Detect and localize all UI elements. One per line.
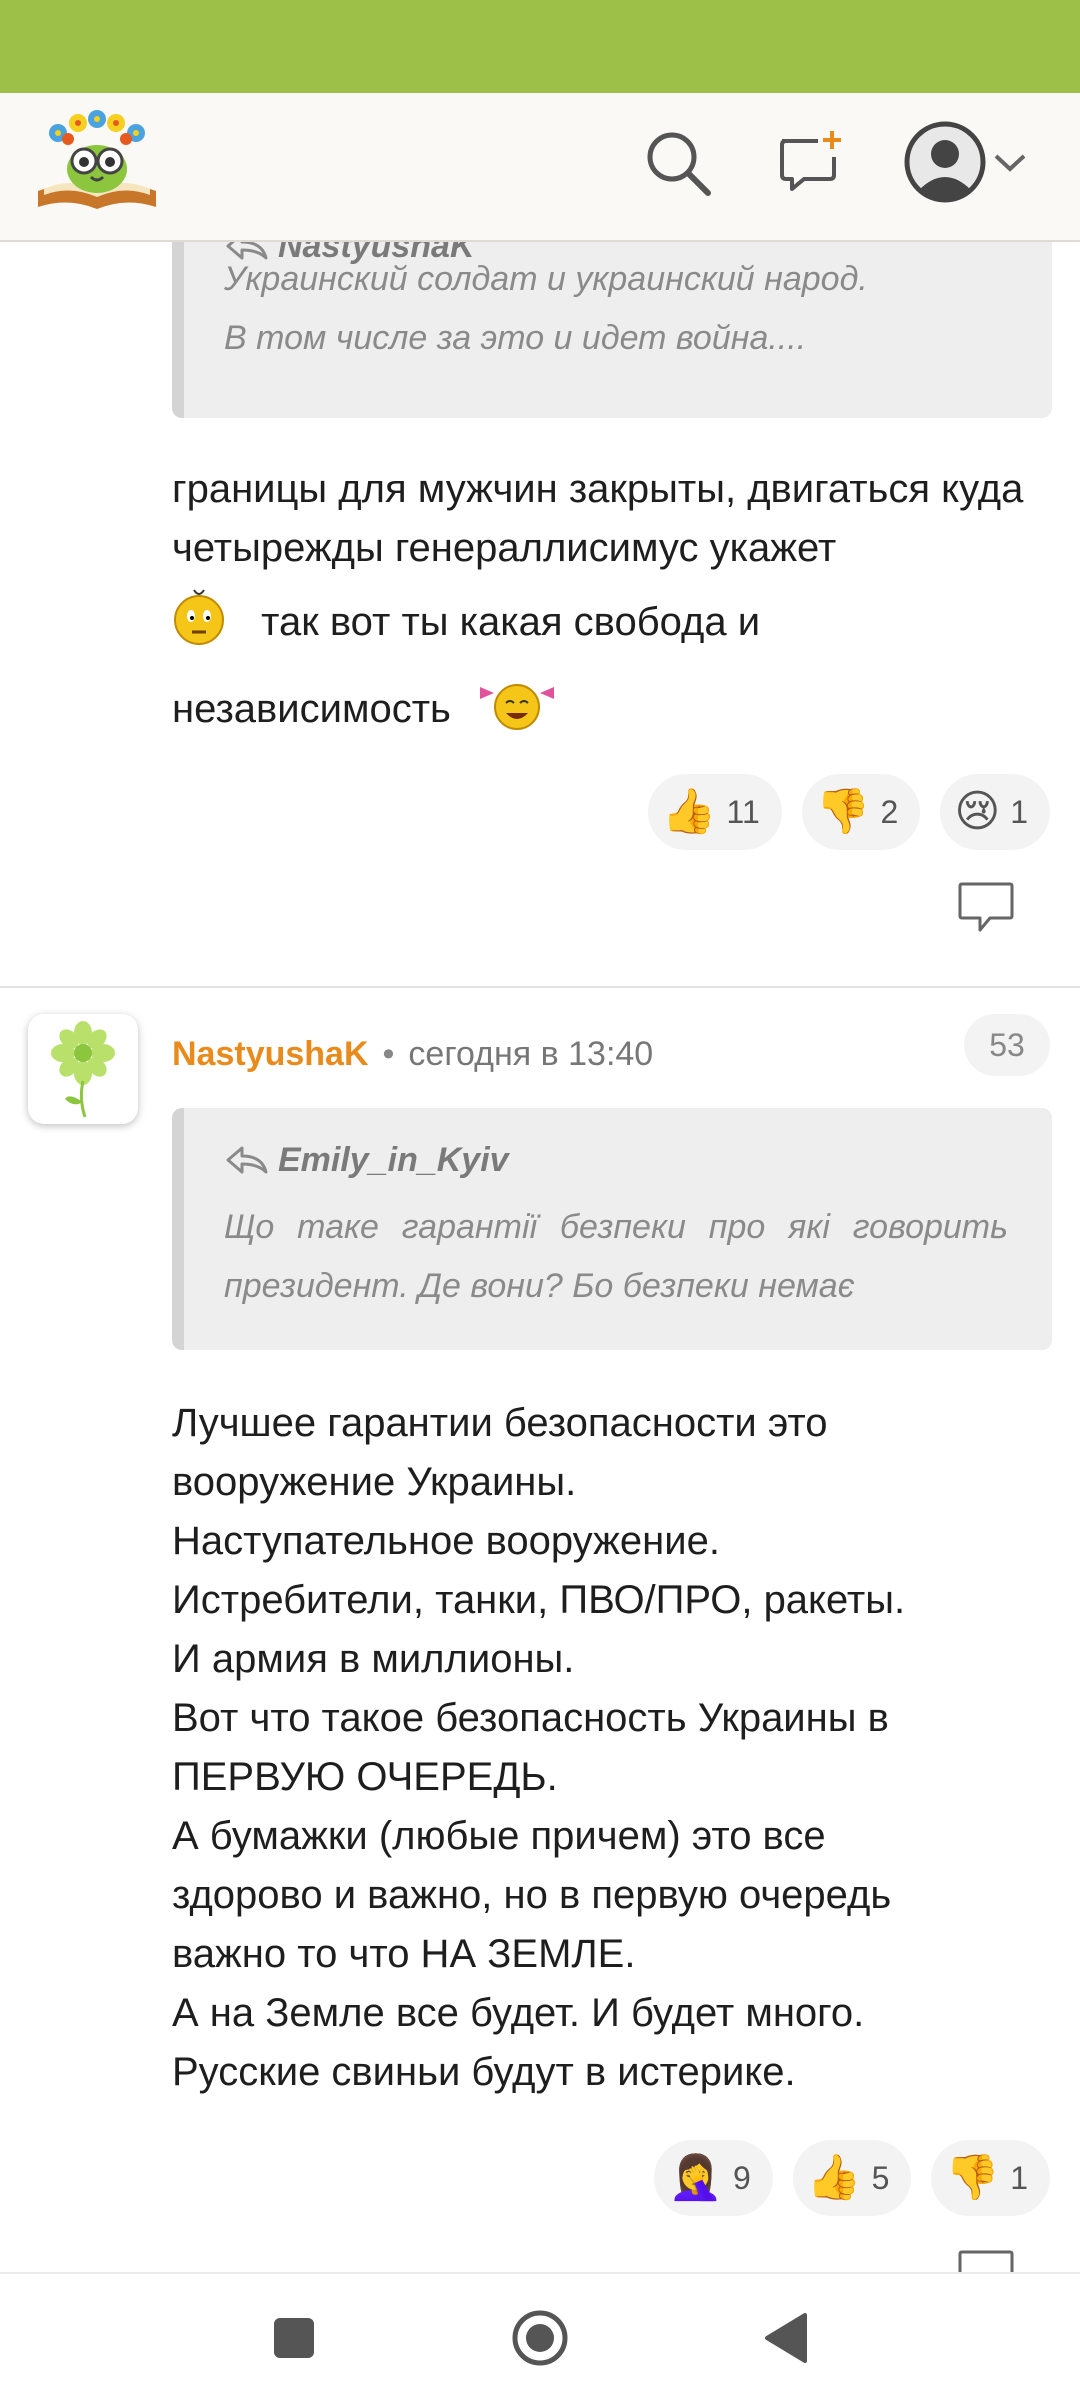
comment-body: границы для мужчин закрыты, двигаться ку…	[172, 460, 1052, 750]
reply-arrow-icon	[226, 1146, 268, 1174]
comment-text-line: Наступательное вооружение.	[172, 1519, 720, 1563]
quoted-comment: Emily_in_Kyiv Що таке гарантії безпеки п…	[172, 1108, 1052, 1350]
reaction-bar: 🤦‍♀️ 9 👍 5 👎 1	[654, 2140, 1050, 2216]
reaction-sad-button[interactable]: 😢 1	[940, 774, 1050, 850]
meta-separator: •	[382, 1034, 395, 1073]
comment-text: так вот ты какая свобода и	[261, 600, 761, 645]
app-header	[0, 93, 1080, 242]
comment-body: Лучшее гарантии безопасности это вооруже…	[172, 1394, 1052, 2102]
reaction-count: 2	[880, 793, 899, 830]
comment-text-line: А на Земле все будет. И будет много.	[172, 1991, 865, 2035]
add-comment-icon[interactable]	[772, 123, 852, 203]
reaction-count: 11	[726, 793, 760, 830]
comment-feed: NastyushaK Украинский солдат и украински…	[0, 240, 1080, 2272]
recent-apps-icon[interactable]	[254, 2298, 334, 2378]
book-owl-logo-icon[interactable]	[34, 109, 160, 215]
reaction-count: 1	[1010, 2159, 1028, 2196]
reaction-count: 5	[871, 2159, 890, 2196]
comment-number-badge[interactable]: 53	[964, 1014, 1050, 1076]
system-nav-bar	[0, 2272, 1080, 2402]
quote-line: В том числе за это и идет война....	[224, 319, 807, 357]
thumbs-up-icon: 👍	[806, 2153, 862, 2202]
comment-text: независимость	[172, 687, 451, 732]
comment-text-line: Лучшее гарантии безопасности это	[172, 1401, 828, 1445]
crying-face-icon: 😢	[954, 787, 1001, 836]
comment-text-line: Истребители, танки, ПВО/ПРО, ракеты.	[172, 1578, 906, 1622]
thinking-smiley-icon	[172, 586, 226, 663]
comment-text-line: Вот что такое безопасность Украины в	[172, 1696, 889, 1740]
comment-author[interactable]: NastyushaK	[172, 1035, 369, 1074]
laughing-smiley-icon	[472, 673, 562, 750]
comment-meta: NastyushaK • сегодня в 13:40	[172, 1024, 653, 1084]
quote-line: президент. Де вони? Бо безпеки немає	[224, 1267, 855, 1305]
reaction-dislike-button[interactable]: 👎 2	[801, 774, 921, 850]
home-icon[interactable]	[500, 2298, 580, 2378]
reaction-like-button[interactable]: 👍 11	[647, 774, 782, 850]
comment-text-line: А бумажки (любые причем) это все	[172, 1814, 826, 1858]
chevron-down-icon[interactable]	[990, 123, 1030, 203]
quote-author: Emily_in_Kyiv	[224, 1108, 1008, 1198]
quoted-comment: NastyushaK Украинский солдат и украински…	[172, 240, 1052, 418]
quote-line: Украинский солдат и украинский народ.	[224, 260, 868, 298]
comment-divider	[0, 986, 1080, 988]
comment-text-line: здорово и важно, но в первую очередь	[172, 1873, 892, 1917]
avatar[interactable]	[28, 1014, 138, 1124]
facepalm-icon: 🤦‍♀️	[668, 2153, 724, 2202]
user-avatar-icon[interactable]	[900, 117, 990, 207]
reaction-facepalm-button[interactable]: 🤦‍♀️ 9	[654, 2140, 773, 2216]
thumbs-down-icon: 👎	[815, 787, 871, 836]
status-bar	[0, 0, 1080, 93]
comment-text-line: важно то что НА ЗЕМЛЕ.	[172, 1932, 636, 1976]
thumbs-up-icon: 👍	[661, 787, 717, 836]
comment-text-line: ПЕРВУЮ ОЧЕРЕДЬ.	[172, 1755, 558, 1799]
comment-timestamp: сегодня в 13:40	[408, 1034, 654, 1073]
reply-comment-icon[interactable]	[956, 880, 1016, 934]
comment-text-line: И армия в миллионы.	[172, 1637, 575, 1681]
reaction-bar: 👍 11 👎 2 😢 1	[647, 774, 1050, 850]
reply-comment-icon[interactable]	[956, 2248, 1016, 2272]
reaction-like-button[interactable]: 👍 5	[792, 2140, 912, 2216]
back-icon[interactable]	[746, 2298, 826, 2378]
comment-text-line: Русские свиньи будут в истерике.	[172, 2050, 796, 2094]
quote-line: Що таке гарантії безпеки про які говорит…	[224, 1208, 1008, 1246]
reaction-dislike-button[interactable]: 👎 1	[931, 2140, 1050, 2216]
search-icon[interactable]	[638, 123, 718, 203]
comment-text-line: вооружение Украины.	[172, 1460, 577, 1504]
reaction-count: 9	[733, 2159, 751, 2196]
reaction-count: 1	[1010, 793, 1028, 830]
thumbs-down-icon: 👎	[945, 2153, 1001, 2202]
comment-text: границы для мужчин закрыты, двигаться ку…	[172, 467, 1024, 570]
